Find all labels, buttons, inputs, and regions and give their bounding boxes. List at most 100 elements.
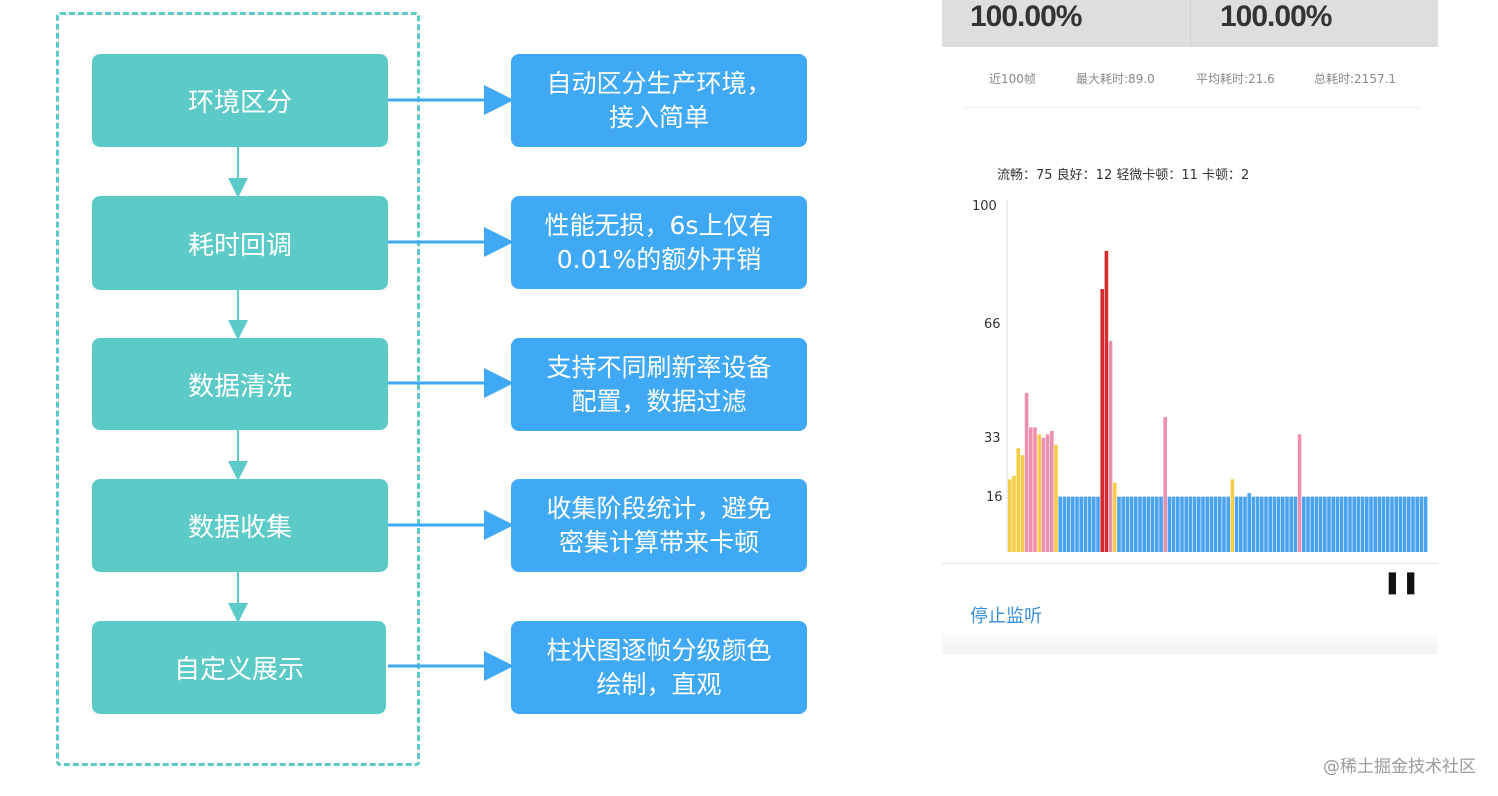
watermark: @稀土掘金技术社区	[1323, 757, 1476, 777]
chart-bar	[1213, 496, 1218, 552]
chart-bar	[1138, 496, 1142, 552]
chart-bar	[1045, 434, 1050, 552]
chart-bar	[1176, 496, 1180, 552]
chart-bar	[1234, 496, 1239, 552]
chart-bar	[1121, 496, 1125, 552]
chart-bar	[1104, 250, 1109, 553]
chart-bar	[1087, 496, 1092, 552]
chart-bar	[1100, 289, 1104, 552]
chart-bar	[1415, 496, 1419, 552]
chart-bar	[1255, 496, 1260, 552]
chart-bar	[1344, 496, 1348, 552]
chart-bar	[1192, 496, 1197, 552]
step-time-callback: 耗时回调	[92, 196, 388, 290]
chart-bar	[1373, 496, 1377, 552]
chart-bar	[1264, 496, 1268, 552]
chart-bar	[1335, 496, 1340, 552]
chart-bar	[1041, 437, 1046, 552]
step-data-collection: 数据收集	[92, 479, 388, 572]
chart-bar	[1167, 496, 1172, 552]
chart-bar	[1398, 496, 1403, 552]
chart-bar	[1289, 496, 1293, 552]
chart-bar	[1146, 496, 1151, 552]
chart-bar	[1071, 496, 1075, 552]
step-env-detect: 环境区分	[92, 54, 388, 147]
chart-bar	[1323, 496, 1327, 552]
step-custom-display: 自定义展示	[92, 621, 386, 714]
chart-bar	[1029, 427, 1033, 552]
chart-bar	[1314, 496, 1319, 552]
chart-bar	[1008, 479, 1012, 552]
chart-bar	[1092, 496, 1096, 552]
chart-bar	[1033, 427, 1037, 552]
chart-bar	[1113, 482, 1117, 552]
chart-bar	[1197, 496, 1201, 552]
panel-footer-fade	[942, 630, 1438, 654]
chart-bar	[1083, 496, 1088, 552]
chart-bar	[1352, 496, 1356, 552]
chart-bar	[1024, 392, 1029, 552]
chart-bar	[1222, 496, 1226, 552]
chart-bar	[1407, 496, 1411, 552]
chart-bar	[1188, 496, 1193, 552]
desc-data-collection: 收集阶段统计，避免 密集计算带来卡顿	[511, 479, 807, 572]
chart-bar	[1037, 434, 1041, 552]
chart-bar	[1402, 496, 1407, 552]
chart-bar	[1365, 496, 1369, 552]
chart-bar	[1268, 496, 1272, 552]
chart-bar	[1331, 496, 1335, 552]
chart-bar	[1012, 475, 1016, 552]
chart-bar	[1079, 496, 1083, 552]
chart-bar	[1281, 496, 1285, 552]
chart-bar	[1377, 496, 1382, 552]
chart-bar	[1419, 496, 1424, 552]
chart-bar	[1260, 496, 1264, 552]
chart-bar	[1180, 496, 1184, 552]
chart-bar	[1096, 496, 1100, 552]
chart-bar	[1247, 493, 1251, 552]
chart-bar	[1272, 496, 1277, 552]
chart-bar	[1117, 496, 1121, 552]
desc-data-cleaning: 支持不同刷新率设备 配置，数据过滤	[511, 338, 807, 431]
chart-bar	[1394, 496, 1398, 552]
chart-bar	[1155, 496, 1159, 552]
chart-bar	[1201, 496, 1205, 552]
chart-bar	[1348, 496, 1352, 552]
desc-custom-display: 柱状图逐帧分级颜色 绘制，直观	[511, 621, 807, 714]
chart-bar	[1360, 496, 1365, 552]
chart-bar	[1297, 434, 1302, 552]
chart-bar	[1302, 496, 1306, 552]
chart-bar	[1016, 448, 1020, 552]
chart-bar	[1411, 496, 1415, 552]
step-data-cleaning: 数据清洗	[92, 338, 388, 430]
chart-bar	[1386, 496, 1390, 552]
chart-bar	[1142, 496, 1146, 552]
chart-bar	[1150, 496, 1155, 552]
chart-bar	[1306, 496, 1310, 552]
chart-bar	[1058, 496, 1062, 552]
chart-bar	[1423, 496, 1428, 552]
chart-bar	[1318, 496, 1323, 552]
chart-bar	[1327, 496, 1331, 552]
chart-bar	[1066, 496, 1071, 552]
chart-bar	[1339, 496, 1344, 552]
chart-bar	[1020, 455, 1025, 552]
chart-bar	[1209, 496, 1214, 552]
chart-bar	[1239, 496, 1243, 552]
chart-bar	[1205, 496, 1209, 552]
desc-env-detect: 自动区分生产环境， 接入简单	[511, 54, 807, 147]
pause-icon[interactable]: ❚❚	[1383, 570, 1420, 595]
chart-bar	[1243, 496, 1247, 552]
chart-bar	[1129, 496, 1134, 552]
stop-listening-button[interactable]: 停止监听	[970, 602, 1042, 628]
chart-bar	[1230, 479, 1235, 552]
chart-bar	[1390, 496, 1394, 552]
chart-bottom-separator	[942, 563, 1438, 564]
chart-bar	[1226, 496, 1230, 552]
chart-bar	[1075, 496, 1079, 552]
chart-bar	[1293, 496, 1298, 552]
chart-bar	[1062, 496, 1067, 552]
chart-bar	[1218, 496, 1222, 552]
chart-bar	[1285, 496, 1289, 552]
fps-monitor-panel: 100.00% 100.00% 近100帧 最大耗时:89.0 平均耗时:21.…	[942, 0, 1438, 654]
